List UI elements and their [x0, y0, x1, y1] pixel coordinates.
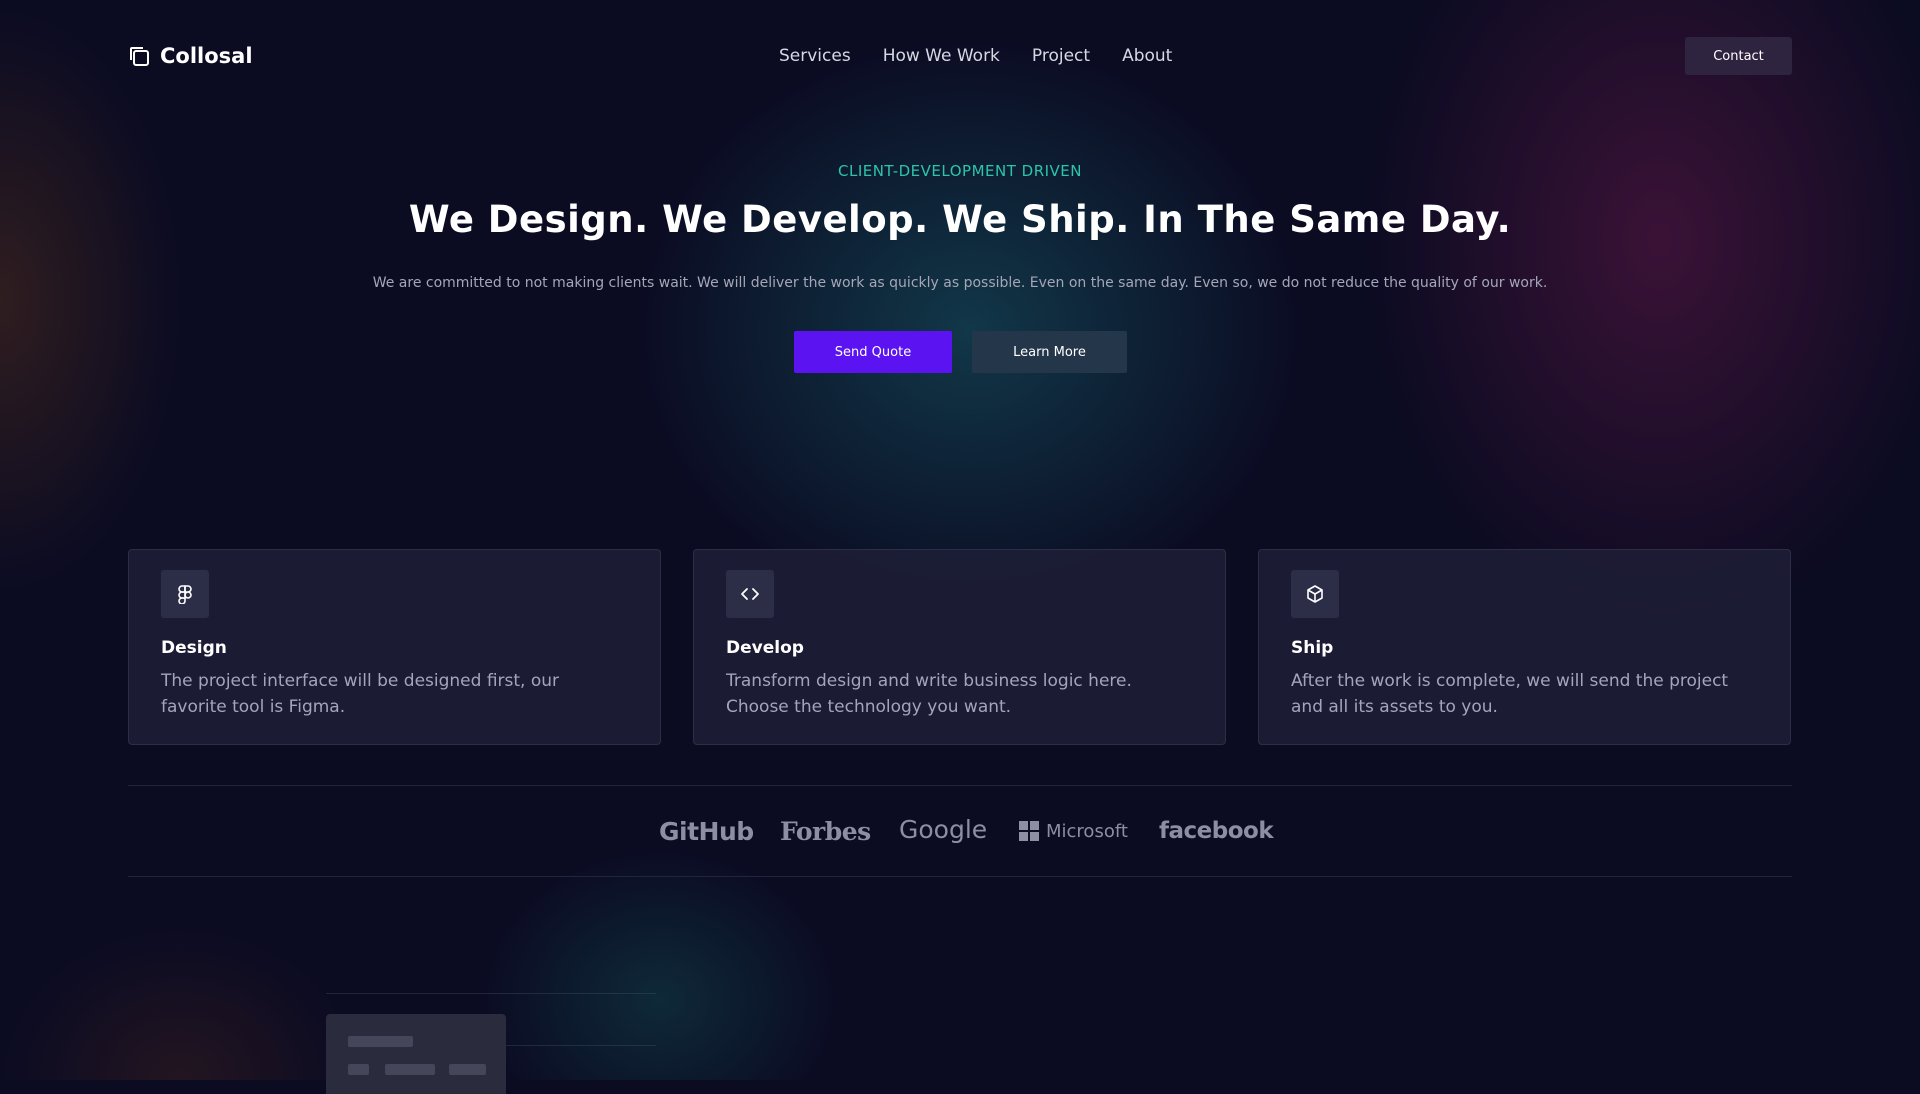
learn-more-button[interactable]: Learn More	[972, 331, 1127, 373]
microsoft-logo: Microsoft	[1019, 810, 1128, 852]
feature-cards: Design The project interface will be des…	[128, 549, 1792, 745]
feature-card-design: Design The project interface will be des…	[128, 549, 661, 745]
copy-icon	[128, 45, 150, 67]
client-logos: GitHub Forbes Google Microsoft facebook	[0, 810, 1920, 852]
preview-window	[326, 1014, 506, 1094]
forbes-logo: Forbes	[780, 816, 871, 846]
hero-title: We Design. We Develop. We Ship. In The S…	[408, 198, 1512, 241]
figma-icon	[161, 570, 209, 618]
preview-placeholder-bar	[348, 1036, 413, 1047]
feature-description: Transform design and write business logi…	[726, 671, 1132, 717]
preview-placeholder-bar	[385, 1064, 435, 1075]
logos-top-divider	[128, 785, 1792, 786]
github-logo: GitHub	[659, 816, 754, 846]
facebook-logo: facebook	[1159, 818, 1274, 844]
nav-item-project[interactable]: Project	[1032, 46, 1090, 66]
feature-card-ship: Ship After the work is complete, we will…	[1258, 549, 1791, 745]
main-menu: Services How We Work Project About	[779, 37, 1172, 75]
feature-card-develop: Develop Transform design and write busin…	[693, 549, 1226, 745]
nav-item-about[interactable]: About	[1122, 46, 1172, 66]
nav-item-services[interactable]: Services	[779, 46, 851, 66]
box-icon	[1291, 570, 1339, 618]
nav-item-how-we-work[interactable]: How We Work	[883, 46, 1000, 66]
send-quote-button[interactable]: Send Quote	[794, 331, 952, 373]
preview-grid-line	[506, 1045, 656, 1046]
feature-title: Ship	[1291, 638, 1334, 658]
feature-title: Develop	[726, 638, 804, 658]
top-nav: Collosal Services How We Work Project Ab…	[128, 37, 1792, 75]
contact-button[interactable]: Contact	[1685, 37, 1792, 75]
google-logo: Google	[899, 814, 988, 844]
brand-logo[interactable]: Collosal	[128, 37, 253, 75]
feature-title: Design	[161, 638, 227, 658]
logos-bottom-divider	[128, 876, 1792, 877]
preview-grid-line	[326, 993, 656, 994]
preview-placeholder-bar	[449, 1064, 486, 1075]
brand-name: Collosal	[160, 44, 253, 68]
feature-description: After the work is complete, we will send…	[1291, 671, 1729, 717]
hero-actions: Send Quote Learn More	[794, 331, 1127, 373]
microsoft-logo-text: Microsoft	[1046, 820, 1128, 842]
preview-placeholder-bar	[348, 1064, 369, 1075]
hero-subtitle: We are committed to not making clients w…	[372, 275, 1548, 291]
code-icon	[726, 570, 774, 618]
windows-icon	[1019, 821, 1039, 841]
feature-description: The project interface will be designed f…	[161, 671, 560, 717]
hero-eyebrow: CLIENT-DEVELOPMENT DRIVEN	[837, 162, 1083, 180]
